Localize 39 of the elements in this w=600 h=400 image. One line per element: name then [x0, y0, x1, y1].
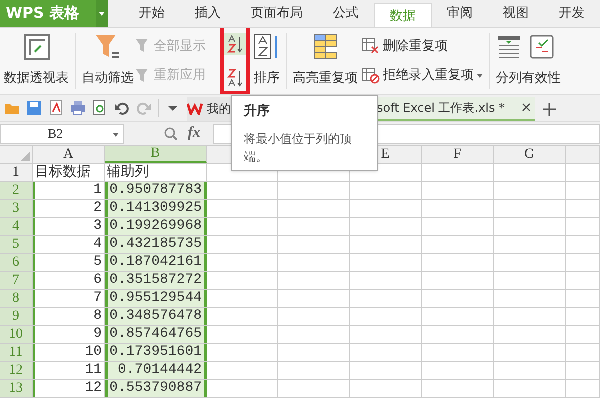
- tooltip-title: 升序: [244, 102, 271, 121]
- ribbon-tab[interactable]: 开始: [124, 0, 180, 27]
- remove-duplicates-button[interactable]: 删除重复项: [362, 36, 483, 56]
- reject-duplicates-button[interactable]: 拒绝录入重复项: [362, 66, 483, 86]
- document-tab-label: 我的: [207, 101, 231, 118]
- ribbon-tab[interactable]: 审阅: [432, 0, 488, 27]
- table-cell: 0.432185735: [105, 236, 207, 253]
- table-cell: 0.141309925: [105, 200, 207, 217]
- split-column-button[interactable]: 分列: [496, 32, 522, 90]
- table-cell: 0.173951601: [105, 344, 207, 361]
- table-cell: 0.70144442: [105, 362, 207, 379]
- table-cell: 0.199269968: [105, 218, 207, 235]
- table-cell: 0.950787783: [105, 182, 207, 199]
- table-cell: 0.955129544: [105, 290, 207, 307]
- tooltip-text: 将最小值位于列的顶端。: [244, 130, 353, 166]
- autofilter-button[interactable]: 自动筛选: [82, 32, 134, 90]
- table-cell: 0.857464765: [105, 326, 207, 343]
- ribbon-tab[interactable]: 开发: [544, 0, 600, 27]
- ribbon-tab[interactable]: 视图: [488, 0, 544, 27]
- highlight-duplicates-button[interactable]: 高亮重复项: [293, 32, 358, 90]
- table-cell: 0.553790887: [105, 380, 207, 397]
- ribbon-tab[interactable]: 公式: [318, 0, 374, 27]
- function-button[interactable]: fx: [188, 122, 200, 145]
- table-cell: 0.351587272: [105, 272, 207, 289]
- table-cell: 目标数据: [33, 164, 105, 181]
- document-tab-label: soft Excel 工作表.xls *: [377, 100, 506, 116]
- column-header[interactable]: G: [494, 146, 566, 163]
- validation-button[interactable]: 有效性: [522, 32, 561, 90]
- name-box[interactable]: B2: [0, 124, 124, 144]
- column-header[interactable]: F: [422, 146, 494, 163]
- table-cell: 0.348576478: [105, 308, 207, 325]
- ribbon-tab[interactable]: 插入: [180, 0, 236, 27]
- pivot-table-button[interactable]: 数据透视表: [4, 32, 69, 90]
- table-cell: 0.187042161: [105, 254, 207, 271]
- table-cell: 辅助列: [105, 164, 207, 181]
- ribbon-tab[interactable]: 页面布局: [236, 0, 318, 27]
- row-header[interactable]: 1: [0, 164, 33, 181]
- ribbon-tab[interactable]: 数据: [374, 3, 432, 27]
- sort-button[interactable]: 排序: [254, 32, 280, 90]
